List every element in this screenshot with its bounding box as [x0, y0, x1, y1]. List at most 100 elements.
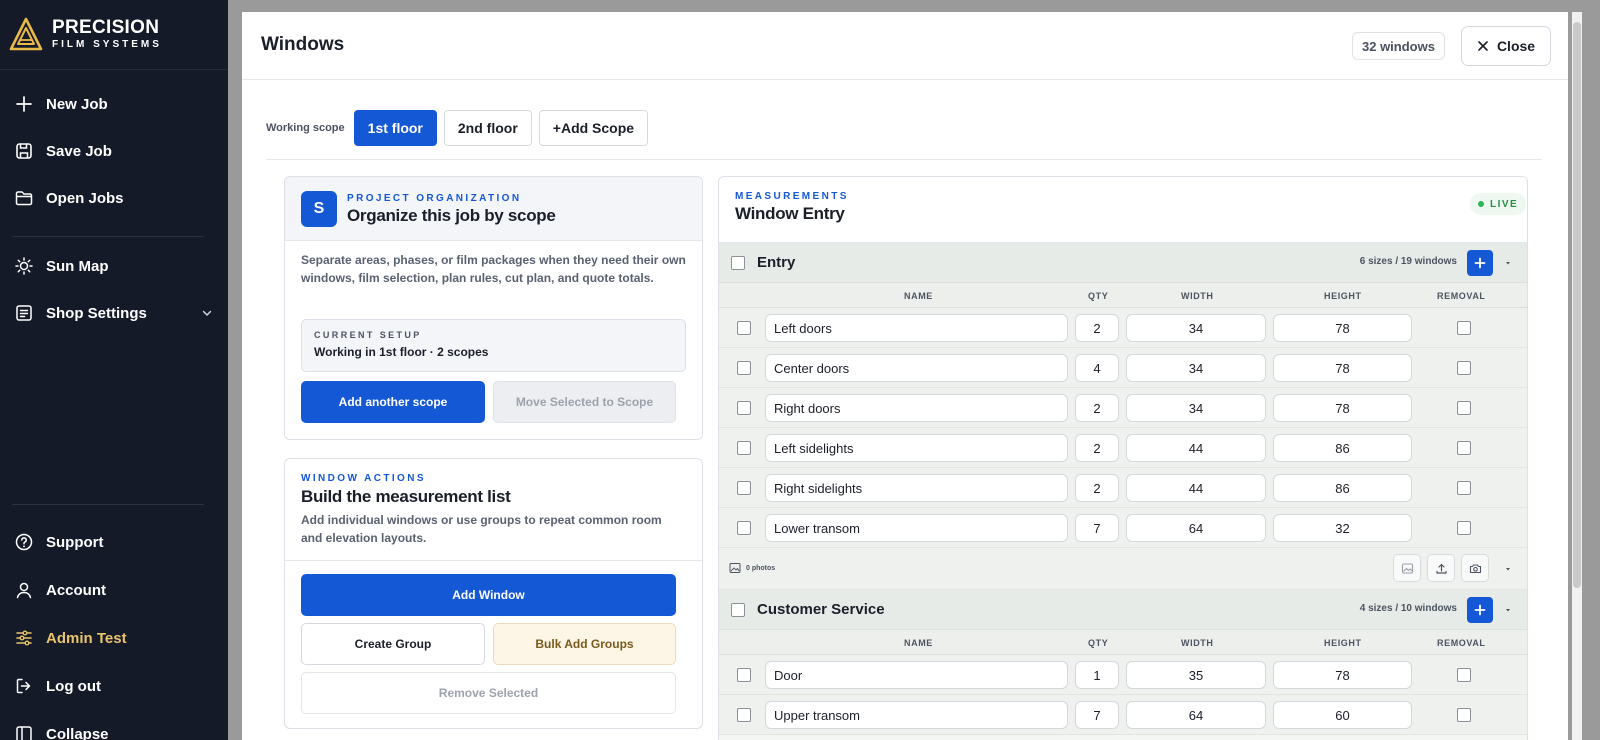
width-input[interactable]: 35	[1126, 661, 1266, 689]
qty-input[interactable]: 2	[1075, 434, 1119, 462]
gallery-button[interactable]	[1393, 554, 1421, 582]
brand-logo[interactable]: PRECISION FILM SYSTEMS	[8, 16, 162, 52]
brand-mark-icon	[9, 17, 43, 51]
remove-selected-button[interactable]: Remove Selected	[301, 672, 676, 714]
window-name-input[interactable]: Door	[765, 661, 1068, 689]
height-input[interactable]: 78	[1273, 661, 1412, 689]
row-checkbox[interactable]	[737, 668, 751, 682]
add-to-group-button[interactable]	[1467, 250, 1493, 276]
row-checkbox[interactable]	[737, 361, 751, 375]
nav-new-job[interactable]: New Job	[14, 92, 214, 116]
group-photo-bar: 0 photos	[719, 548, 1527, 590]
nav-save-job[interactable]: Save Job	[14, 139, 214, 163]
window-name-input[interactable]: Center doors	[765, 354, 1068, 382]
nav-open-jobs[interactable]: Open Jobs	[14, 186, 214, 210]
add-another-scope-button[interactable]: Add another scope	[301, 381, 485, 423]
width-input[interactable]: 44	[1126, 434, 1266, 462]
add-scope-button[interactable]: +Add Scope	[538, 110, 649, 146]
qty-input[interactable]: 7	[1075, 701, 1119, 729]
nav-admin-label: Admin Test	[46, 629, 127, 647]
caret-down-icon[interactable]	[1505, 260, 1511, 266]
group-checkbox[interactable]	[731, 256, 745, 270]
move-selected-to-scope-button[interactable]: Move Selected to Scope	[493, 381, 676, 423]
height-input[interactable]: 32	[1273, 514, 1412, 542]
width-input[interactable]: 64	[1126, 514, 1266, 542]
nav-collapse[interactable]: Collapse	[14, 722, 214, 740]
qty-input[interactable]: 2	[1075, 474, 1119, 502]
width-input[interactable]: 64	[1126, 701, 1266, 729]
removal-checkbox[interactable]	[1457, 321, 1471, 335]
removal-checkbox[interactable]	[1457, 441, 1471, 455]
settings-icon	[16, 305, 32, 321]
removal-checkbox[interactable]	[1457, 401, 1471, 415]
nav-support[interactable]: Support	[14, 530, 214, 554]
group-checkbox[interactable]	[731, 603, 745, 617]
removal-checkbox[interactable]	[1457, 668, 1471, 682]
measurements-eyebrow: MEASUREMENTS	[735, 191, 849, 202]
height-input[interactable]: 78	[1273, 394, 1412, 422]
qty-input[interactable]: 4	[1075, 354, 1119, 382]
window-name-input[interactable]: Right sidelights	[765, 474, 1068, 502]
nav-open-jobs-label: Open Jobs	[46, 189, 124, 207]
row-checkbox[interactable]	[737, 401, 751, 415]
window-row: Upper transom 7 64 60	[719, 695, 1527, 735]
create-group-button[interactable]: Create Group	[301, 623, 485, 665]
row-checkbox[interactable]	[737, 441, 751, 455]
removal-checkbox[interactable]	[1457, 521, 1471, 535]
group-header-entry[interactable]: Entry 6 sizes / 19 windows	[719, 243, 1527, 283]
window-name-input[interactable]: Left doors	[765, 314, 1068, 342]
qty-input[interactable]: 2	[1075, 394, 1119, 422]
qty-input[interactable]: 2	[1075, 314, 1119, 342]
row-checkbox[interactable]	[737, 321, 751, 335]
row-checkbox[interactable]	[737, 708, 751, 722]
tab-scope-1st-floor[interactable]: 1st floor	[353, 110, 437, 146]
close-button[interactable]: Close	[1461, 26, 1551, 66]
modal-scrollbar-thumb[interactable]	[1573, 22, 1581, 588]
height-input[interactable]: 78	[1273, 314, 1412, 342]
caret-down-icon[interactable]	[1505, 607, 1511, 613]
width-input[interactable]: 34	[1126, 314, 1266, 342]
scope-bar: Working scope 1st floor 2nd floor +Add S…	[266, 110, 649, 146]
window-name-input[interactable]: Upper transom	[765, 701, 1068, 729]
removal-checkbox[interactable]	[1457, 708, 1471, 722]
qty-input[interactable]: 7	[1075, 514, 1119, 542]
add-window-button[interactable]: Add Window	[301, 574, 676, 616]
height-input[interactable]: 86	[1273, 434, 1412, 462]
col-removal: REMOVAL	[1437, 291, 1486, 301]
scope-badge: S	[301, 191, 337, 227]
brand-name: PRECISION	[52, 17, 160, 38]
take-photo-button[interactable]	[1461, 554, 1489, 582]
window-name-input[interactable]: Right doors	[765, 394, 1068, 422]
nav-admin[interactable]: Admin Test	[14, 626, 214, 650]
nav-logout[interactable]: Log out	[14, 674, 214, 698]
removal-checkbox[interactable]	[1457, 361, 1471, 375]
bulk-add-groups-button[interactable]: Bulk Add Groups	[493, 623, 676, 665]
row-checkbox[interactable]	[737, 521, 751, 535]
live-label: LIVE	[1490, 198, 1519, 210]
height-input[interactable]: 78	[1273, 354, 1412, 382]
nav-collapse-label: Collapse	[46, 725, 109, 740]
group-name: Entry	[757, 254, 796, 271]
nav-account[interactable]: Account	[14, 578, 214, 602]
nav-sun-map[interactable]: Sun Map	[14, 254, 214, 278]
nav-shop-settings[interactable]: Shop Settings	[14, 301, 214, 325]
group-header-customer-service[interactable]: Customer Service 4 sizes / 10 windows	[719, 590, 1527, 630]
width-input[interactable]: 34	[1126, 354, 1266, 382]
width-input[interactable]: 44	[1126, 474, 1266, 502]
window-name-input[interactable]: Lower transom	[765, 514, 1068, 542]
removal-checkbox[interactable]	[1457, 481, 1471, 495]
upload-photo-button[interactable]	[1427, 554, 1455, 582]
window-name-input[interactable]: Left sidelights	[765, 434, 1068, 462]
qty-input[interactable]: 1	[1075, 661, 1119, 689]
height-input[interactable]: 86	[1273, 474, 1412, 502]
window-row: Right sidelights 2 44 86	[719, 468, 1527, 508]
caret-down-icon[interactable]	[1505, 566, 1511, 572]
help-icon	[15, 533, 33, 551]
row-checkbox[interactable]	[737, 481, 751, 495]
width-input[interactable]: 34	[1126, 394, 1266, 422]
nav-account-label: Account	[46, 581, 106, 599]
tab-scope-2nd-floor[interactable]: 2nd floor	[443, 110, 532, 146]
add-to-group-button[interactable]	[1467, 597, 1493, 623]
column-header-row: NAME QTY WIDTH HEIGHT REMOVAL	[719, 283, 1527, 308]
height-input[interactable]: 60	[1273, 701, 1412, 729]
